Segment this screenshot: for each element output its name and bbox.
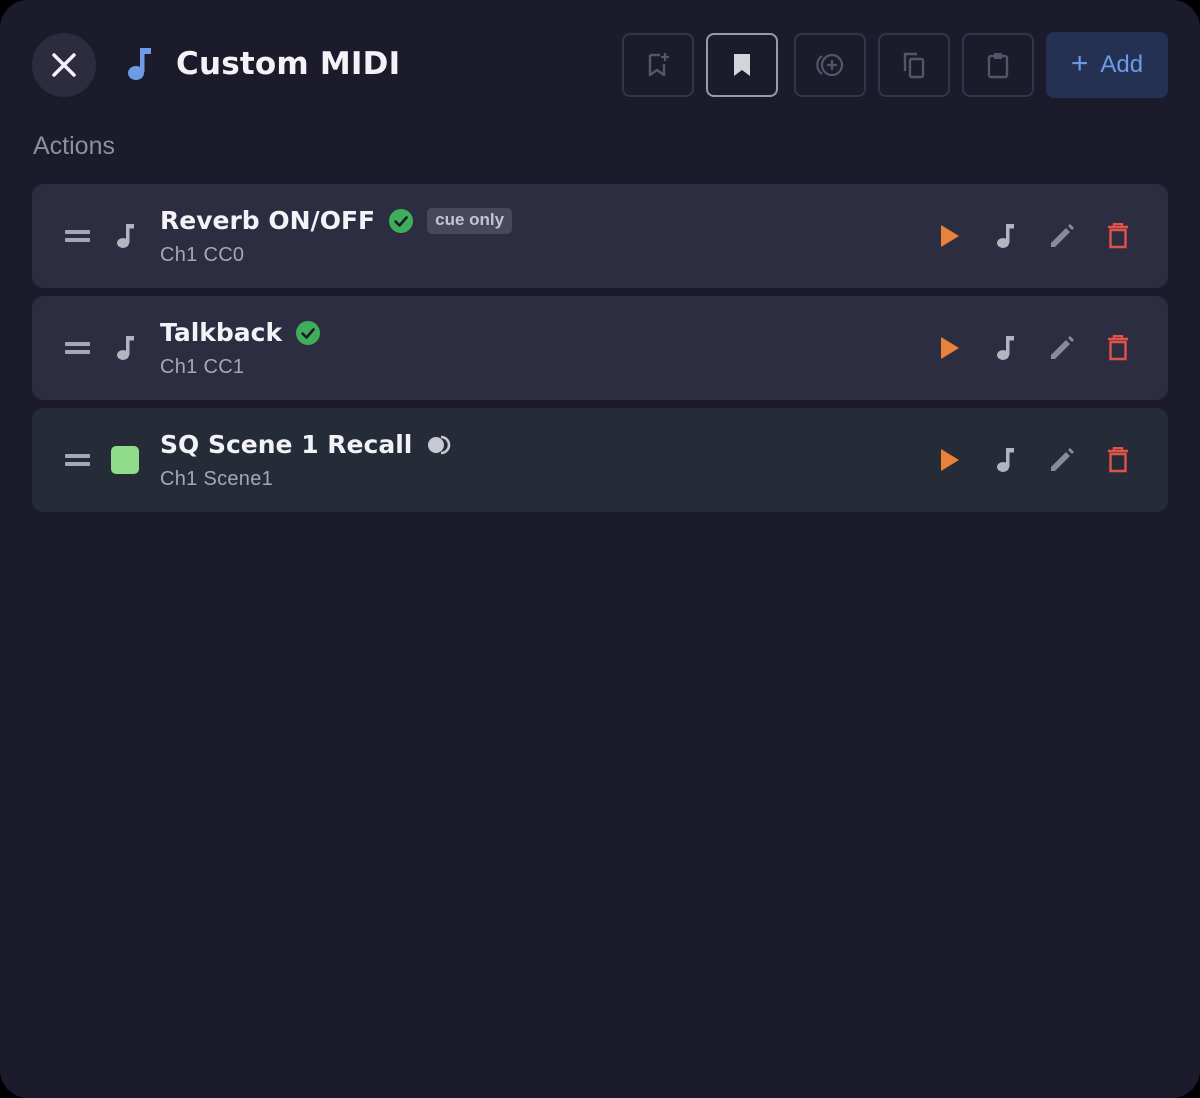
toggle-icon: [428, 435, 451, 455]
delete-button[interactable]: [1104, 222, 1132, 250]
bookmark-icon: [734, 54, 750, 76]
play-button[interactable]: [936, 222, 964, 250]
copy-icon: [903, 52, 925, 79]
action-name-row: Talkback: [160, 316, 321, 350]
edit-button[interactable]: [1048, 334, 1076, 362]
close-button[interactable]: [32, 33, 96, 97]
bookmark-add-button[interactable]: [622, 33, 694, 97]
pencil-icon: [1051, 448, 1074, 471]
close-icon: [52, 53, 76, 77]
play-button[interactable]: [936, 334, 964, 362]
action-row[interactable]: Talkback Ch1 CC1: [32, 296, 1168, 400]
clipboard-icon: [987, 53, 1009, 79]
drag-handle-icon[interactable]: [65, 454, 90, 467]
trash-icon: [1108, 447, 1128, 473]
music-note-icon: [997, 336, 1014, 360]
action-detail: Ch1 CC0: [160, 244, 245, 266]
edit-button[interactable]: [1048, 222, 1076, 250]
midi-button[interactable]: [992, 222, 1020, 250]
page-title: Custom MIDI: [176, 46, 401, 82]
music-note-icon: [117, 336, 134, 360]
color-swatch: [111, 446, 139, 474]
action-row[interactable]: Reverb ON/OFF cue only Ch1 CC0: [32, 184, 1168, 288]
cue-only-badge: cue only: [427, 208, 513, 234]
music-note-icon: [117, 224, 134, 248]
add-button-label: Add: [1100, 51, 1144, 78]
play-icon: [941, 337, 959, 359]
play-icon: [941, 225, 959, 247]
edit-button[interactable]: [1048, 446, 1076, 474]
drag-handle-icon[interactable]: [65, 230, 90, 243]
action-name-row: Reverb ON/OFF cue only: [160, 204, 513, 238]
bookmark-add-icon: [648, 53, 669, 77]
plus-icon: +: [1070, 47, 1089, 80]
midi-button[interactable]: [992, 334, 1020, 362]
midi-button[interactable]: [992, 446, 1020, 474]
add-button[interactable]: + Add: [1046, 32, 1168, 98]
play-button[interactable]: [936, 446, 964, 474]
action-name: Talkback: [160, 318, 283, 347]
action-name: SQ Scene 1 Recall: [160, 430, 413, 459]
paste-button[interactable]: [962, 33, 1034, 97]
trash-icon: [1108, 223, 1128, 249]
check-circle-icon: [389, 209, 414, 233]
music-note-icon: [997, 448, 1014, 472]
pencil-icon: [1051, 336, 1074, 359]
copy-button[interactable]: [878, 33, 950, 97]
add-circle-icon: [816, 53, 844, 77]
custom-midi-panel: Custom MIDI + Add Actions Reverb ON/OFF …: [0, 0, 1200, 1098]
music-note-icon: [997, 224, 1014, 248]
bookmark-button[interactable]: [706, 33, 778, 97]
action-detail: Ch1 CC1: [160, 356, 245, 378]
action-detail: Ch1 Scene1: [160, 468, 274, 490]
drag-handle-icon[interactable]: [65, 342, 90, 355]
action-name-row: SQ Scene 1 Recall: [160, 428, 454, 462]
add-circle-button[interactable]: [794, 33, 866, 97]
check-circle-icon: [296, 321, 321, 345]
section-label-actions: Actions: [33, 132, 115, 160]
delete-button[interactable]: [1104, 334, 1132, 362]
trash-icon: [1108, 335, 1128, 361]
music-note-icon: [128, 48, 151, 80]
play-icon: [941, 449, 959, 471]
action-row[interactable]: SQ Scene 1 Recall Ch1 Scene1: [32, 408, 1168, 512]
pencil-icon: [1051, 224, 1074, 247]
delete-button[interactable]: [1104, 446, 1132, 474]
action-name: Reverb ON/OFF: [160, 206, 376, 235]
